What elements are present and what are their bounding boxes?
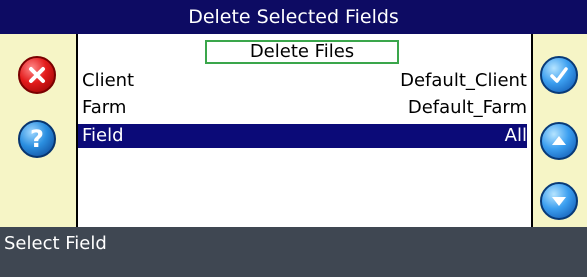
- mode-label: Delete Files: [205, 40, 399, 64]
- list-item-client[interactable]: Client Default_Client: [78, 69, 527, 93]
- scroll-up-button[interactable]: [540, 122, 578, 160]
- row-label: Client: [82, 70, 135, 91]
- scroll-down-button[interactable]: [540, 182, 578, 220]
- checkmark-icon: [550, 67, 568, 83]
- row-value: Default_Farm: [407, 97, 527, 118]
- field-list-panel: Delete Files Client Default_Client Farm …: [78, 34, 531, 227]
- status-text: Select Field: [4, 233, 107, 254]
- close-icon: [29, 67, 45, 83]
- list-item-farm[interactable]: Farm Default_Farm: [78, 96, 527, 120]
- help-button[interactable]: ?: [18, 120, 56, 158]
- status-bar: Select Field: [0, 227, 587, 277]
- row-value: All: [504, 125, 527, 146]
- left-button-panel: ?: [0, 34, 78, 227]
- row-label: Farm: [82, 97, 127, 118]
- row-label: Field: [82, 125, 124, 146]
- row-value: Default_Client: [400, 70, 527, 91]
- help-icon: ?: [30, 125, 44, 153]
- window-title: Delete Selected Fields: [0, 0, 587, 34]
- arrow-up-icon: [552, 136, 566, 145]
- right-button-panel: [531, 34, 587, 227]
- confirm-button[interactable]: [540, 56, 578, 94]
- cancel-button[interactable]: [18, 56, 56, 94]
- arrow-down-icon: [552, 197, 566, 206]
- list-item-field[interactable]: Field All: [78, 124, 527, 148]
